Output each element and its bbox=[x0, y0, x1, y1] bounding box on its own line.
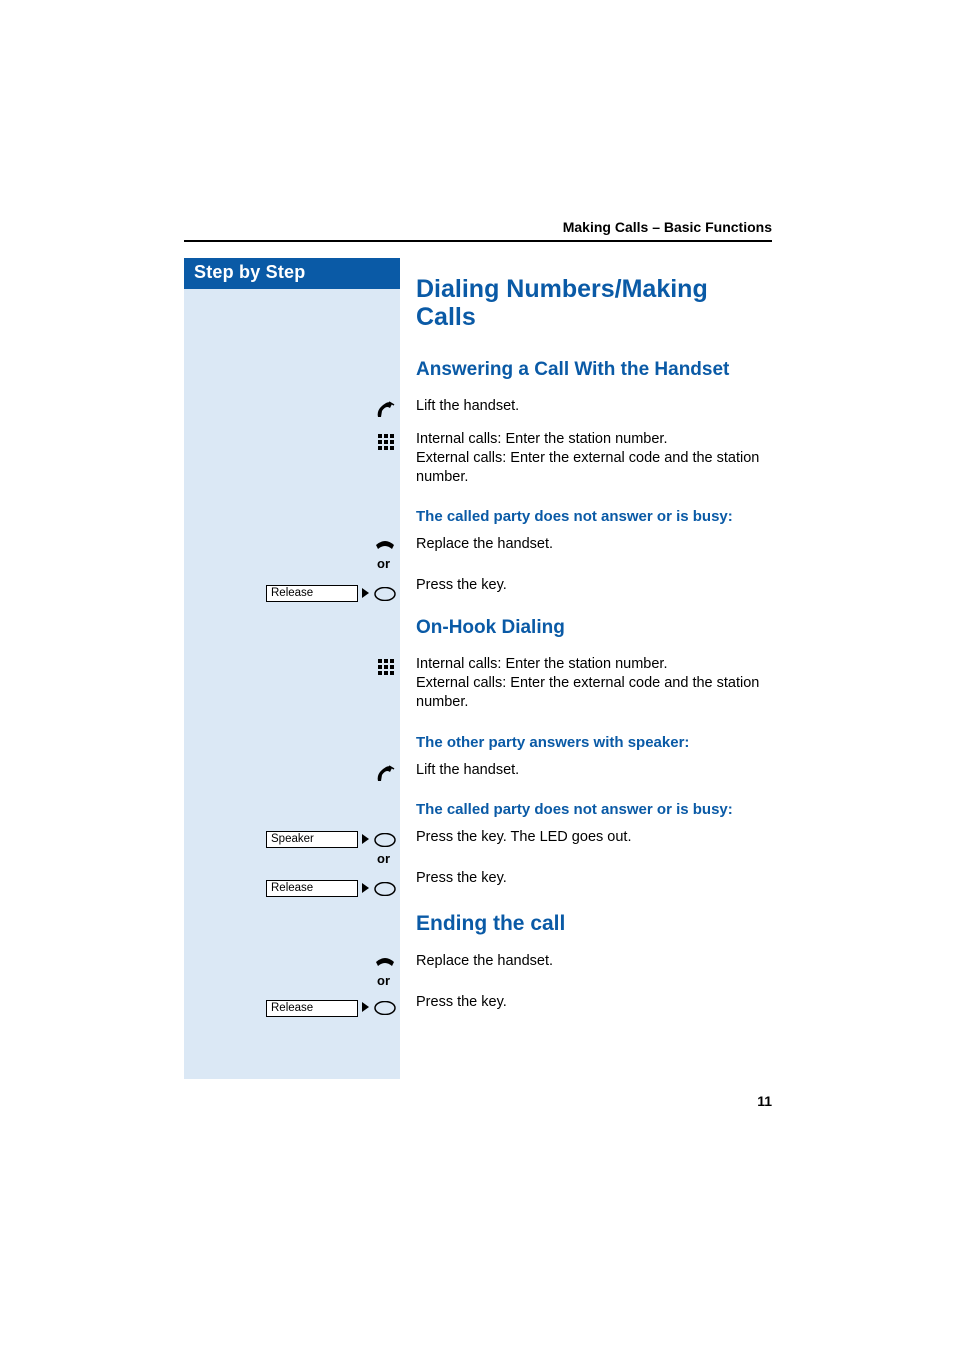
no-answer-heading: The called party does not answer or is b… bbox=[416, 500, 768, 535]
led-indicator-icon bbox=[362, 834, 370, 846]
answering-heading: Answering a Call With the Handset bbox=[416, 351, 768, 397]
running-header: Making Calls – Basic Functions bbox=[563, 219, 772, 235]
lift-handset-text: Lift the handset. bbox=[416, 397, 768, 430]
lift-handset-icon bbox=[184, 399, 396, 421]
hangup-icon bbox=[184, 537, 396, 551]
release-key-label: Release bbox=[266, 880, 358, 897]
oval-key-icon bbox=[374, 587, 396, 601]
release-key-label: Release bbox=[266, 1000, 358, 1017]
press-key-text: Press the key. bbox=[416, 576, 768, 613]
oval-key-icon bbox=[374, 833, 396, 847]
led-indicator-icon bbox=[362, 1002, 370, 1014]
speaker-key-label: Speaker bbox=[266, 831, 358, 848]
replace-handset-text-2: Replace the handset. bbox=[416, 952, 768, 993]
release-key-row: Release bbox=[184, 585, 396, 602]
press-key-text-3: Press the key. bbox=[416, 993, 768, 1026]
release-key-row: Release bbox=[184, 880, 396, 897]
speaker-key-row: Speaker bbox=[184, 831, 396, 848]
oval-key-icon bbox=[374, 882, 396, 896]
led-indicator-icon bbox=[362, 588, 370, 600]
page-number: 11 bbox=[757, 1093, 772, 1109]
content-area: Dialing Numbers/Making Calls Answering a… bbox=[184, 258, 772, 1026]
lift-handset-icon bbox=[184, 763, 396, 785]
led-indicator-icon bbox=[362, 883, 370, 895]
replace-handset-text: Replace the handset. bbox=[416, 535, 768, 576]
header-rule bbox=[184, 240, 772, 242]
lift-handset-text-2: Lift the handset. bbox=[416, 761, 768, 794]
internal-external-text-2: Internal calls: Enter the station number… bbox=[416, 655, 768, 726]
no-answer-heading-2: The called party does not answer or is b… bbox=[416, 793, 768, 828]
onhook-heading: On-Hook Dialing bbox=[416, 613, 768, 655]
release-key-row: Release bbox=[184, 1000, 396, 1017]
other-party-heading: The other party answers with speaker: bbox=[416, 726, 768, 761]
keypad-icon bbox=[184, 657, 396, 677]
keypad-icon bbox=[184, 432, 396, 452]
release-key-label: Release bbox=[266, 585, 358, 602]
ending-heading: Ending the call bbox=[416, 910, 768, 952]
or-label: or bbox=[377, 850, 396, 866]
press-key-text-2: Press the key. bbox=[416, 869, 768, 910]
press-key-led-text: Press the key. The LED goes out. bbox=[416, 828, 768, 869]
or-label: or bbox=[377, 974, 396, 988]
oval-key-icon bbox=[374, 1001, 396, 1015]
section-title: Dialing Numbers/Making Calls bbox=[416, 258, 768, 351]
or-label: or bbox=[377, 557, 396, 571]
internal-external-text: Internal calls: Enter the station number… bbox=[416, 430, 768, 501]
hangup-icon bbox=[184, 954, 396, 968]
